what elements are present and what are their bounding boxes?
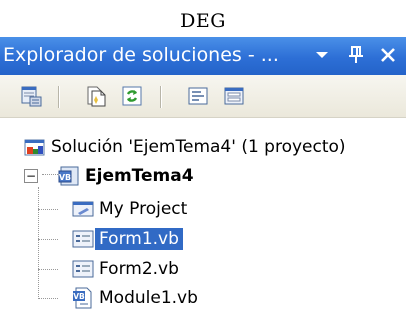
- panel-title: Explorador de soluciones - ...: [3, 44, 279, 66]
- solution-tree: Solución 'EjemTema4' (1 proyecto) − VB E…: [0, 117, 406, 312]
- chevron-down-icon[interactable]: [309, 42, 335, 68]
- solution-explorer-panel: Explorador de soluciones - ... Solución …: [0, 37, 406, 312]
- pin-icon[interactable]: [343, 42, 369, 68]
- view-code-icon: [188, 87, 208, 105]
- tree-connector: [38, 187, 39, 297]
- tree-connector: [38, 269, 58, 270]
- vb-module-icon: VB: [73, 287, 92, 309]
- item-label: Module1.vb: [99, 288, 198, 308]
- tree-item-my-project[interactable]: My Project: [72, 195, 187, 223]
- refresh-button[interactable]: [118, 82, 146, 110]
- show-all-files-button[interactable]: [82, 82, 110, 110]
- toolbar-separator: [58, 86, 60, 108]
- properties-icon: [21, 86, 42, 107]
- refresh-icon: [122, 86, 142, 106]
- form-icon: [72, 260, 94, 278]
- tree-item-module1[interactable]: VB Module1.vb: [72, 284, 198, 312]
- view-code-button[interactable]: [184, 82, 212, 110]
- svg-text:VB: VB: [59, 173, 71, 182]
- tree-connector: [38, 209, 58, 210]
- item-label: Form2.vb: [99, 259, 179, 279]
- item-label: My Project: [99, 199, 188, 219]
- my-project-icon: [72, 201, 94, 217]
- tree-item-form2[interactable]: Form2.vb: [72, 255, 179, 283]
- view-designer-button[interactable]: [220, 82, 248, 110]
- panel-toolbar: [0, 75, 406, 118]
- tree-connector: [38, 239, 58, 240]
- view-designer-icon: [224, 87, 244, 105]
- tree-item-project[interactable]: − VB EjemTema4: [24, 162, 194, 190]
- form-icon: [72, 230, 94, 248]
- properties-button[interactable]: [18, 82, 46, 110]
- show-all-files-icon: [87, 86, 106, 107]
- tree-item-form1[interactable]: Form1.vb: [72, 225, 183, 253]
- close-icon[interactable]: [375, 42, 401, 68]
- project-label: EjemTema4: [85, 166, 194, 186]
- page-label: DEG: [180, 10, 226, 32]
- vb-project-icon: VB: [58, 166, 79, 186]
- solution-label: Solución 'EjemTema4' (1 proyecto): [51, 137, 346, 157]
- solution-icon: [24, 139, 45, 156]
- tree-connector: [38, 298, 58, 299]
- svg-text:VB: VB: [73, 292, 85, 301]
- tree-item-solution[interactable]: Solución 'EjemTema4' (1 proyecto): [24, 133, 346, 161]
- item-label: Form1.vb: [95, 228, 183, 250]
- panel-titlebar: Explorador de soluciones - ...: [0, 37, 406, 75]
- collapse-toggle[interactable]: −: [24, 169, 38, 183]
- minus-icon: −: [25, 169, 37, 183]
- toolbar-separator: [160, 86, 162, 108]
